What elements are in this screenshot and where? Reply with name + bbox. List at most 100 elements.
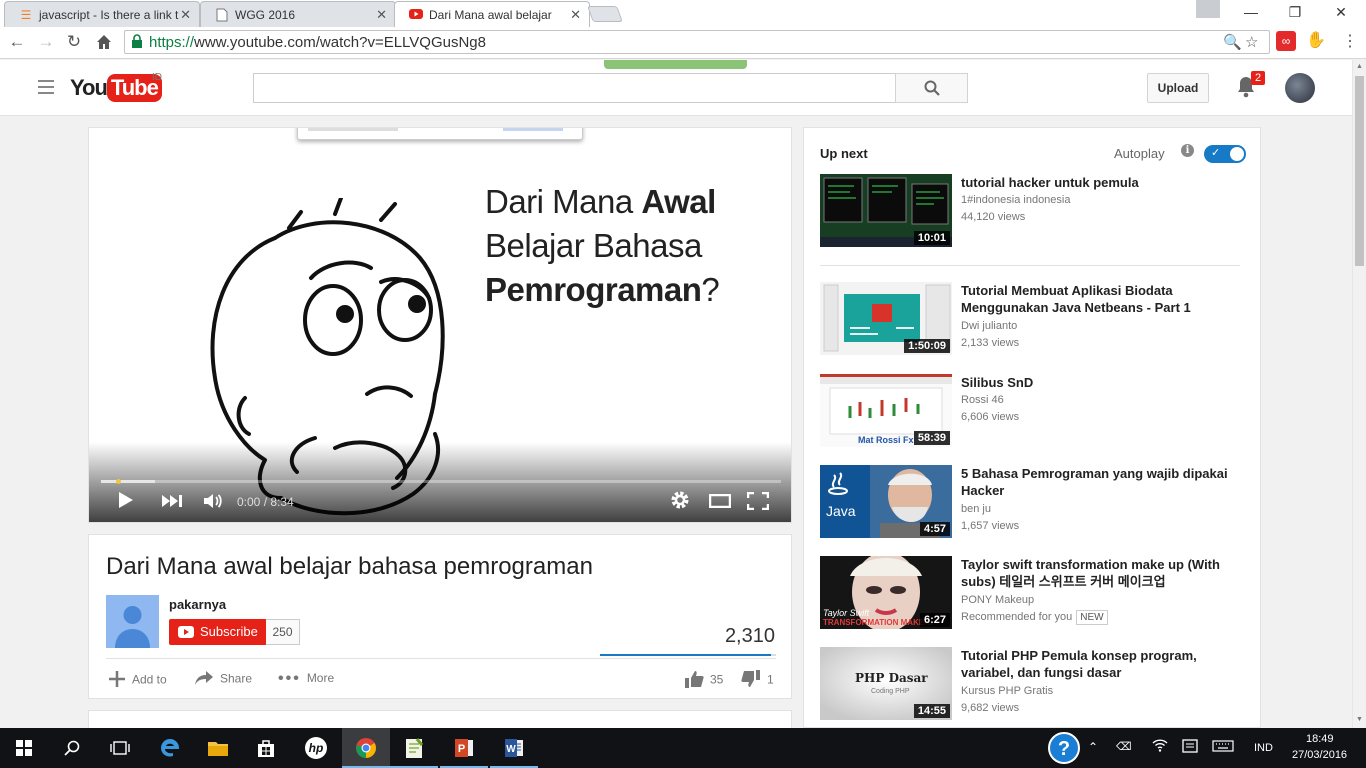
store-icon[interactable]	[242, 728, 290, 768]
profile-icon[interactable]	[1196, 0, 1220, 18]
close-window-icon[interactable]: ✕	[1318, 0, 1364, 26]
edge-icon[interactable]	[146, 728, 194, 768]
video-thumbnail[interactable]: 10:01	[820, 174, 952, 247]
stackoverflow-icon: ☰	[20, 8, 32, 22]
info-icon[interactable]: i	[1181, 144, 1194, 157]
video-thumbnail[interactable]: Mat Rossi Fx 58:39	[820, 374, 952, 447]
tab-youtube-active[interactable]: Dari Mana awal belajar ✕	[394, 1, 590, 27]
scroll-up-icon[interactable]: ▲	[1356, 63, 1363, 70]
file-explorer-icon[interactable]	[194, 728, 242, 768]
channel-avatar[interactable]	[106, 595, 159, 648]
scroll-down-icon[interactable]: ▼	[1356, 716, 1363, 723]
address-bar[interactable]: https://www.youtube.com/watch?v=ELLVQGus…	[124, 30, 1270, 54]
extension-icon[interactable]: ∞	[1276, 31, 1296, 51]
item-title[interactable]: Taylor swift transformation make up (Wit…	[961, 556, 1246, 590]
extension-hand-icon[interactable]: ✋	[1306, 31, 1326, 51]
clock-time[interactable]: 18:49	[1306, 733, 1334, 745]
subscribe-button[interactable]: Subscribe	[169, 619, 267, 645]
task-view-icon[interactable]	[96, 728, 144, 768]
action-center-icon[interactable]	[1182, 739, 1198, 756]
forward-arrow-icon[interactable]: →	[34, 30, 58, 54]
like-button[interactable]: 35	[684, 670, 723, 691]
tray-chevron-icon[interactable]: ⌃	[1088, 740, 1098, 754]
windows-start-icon[interactable]	[0, 728, 48, 768]
list-item[interactable]: Java 4:57 5 Bahasa Pemrograman yang waji…	[820, 465, 1250, 541]
menu-icon[interactable]: ⋮	[1338, 30, 1362, 54]
item-title[interactable]: 5 Bahasa Pemrograman yang wajib dipakai …	[961, 465, 1246, 499]
divider	[106, 658, 776, 659]
region-code: ID	[152, 72, 162, 83]
browser-tab-strip: ☰ javascript - Is there a link t ✕ WGG 2…	[0, 0, 1366, 27]
more-button[interactable]: ••• More	[278, 670, 334, 688]
close-icon[interactable]: ✕	[180, 7, 191, 23]
item-channel[interactable]: PONY Makeup	[961, 592, 1034, 609]
clock-date[interactable]: 27/03/2016	[1292, 749, 1347, 761]
upload-button[interactable]: Upload	[1147, 73, 1209, 103]
volume-icon[interactable]	[203, 492, 223, 515]
list-item[interactable]: 10:01 tutorial hacker untuk pemula 1#ind…	[820, 174, 1250, 250]
search-button[interactable]	[895, 73, 968, 103]
channel-name[interactable]: pakarnya	[169, 597, 226, 612]
close-icon[interactable]: ✕	[570, 7, 581, 23]
thumbnail-caption: TRANSFORMATION MAKE-U	[823, 618, 933, 627]
settings-gear-icon[interactable]	[670, 490, 690, 515]
youtube-logo[interactable]: You Tube ID	[70, 72, 162, 104]
list-item[interactable]: Taylor Swift TRANSFORMATION MAKE-U 6:27 …	[820, 556, 1250, 632]
close-icon[interactable]: ✕	[376, 7, 387, 23]
video-thumbnail[interactable]: 1:50:09	[820, 282, 952, 355]
list-item[interactable]: Mat Rossi Fx 58:39 Silibus SnD Rossi 46 …	[820, 374, 1250, 450]
fullscreen-icon[interactable]	[746, 491, 770, 515]
item-channel[interactable]: 1#indonesia indonesia	[961, 192, 1070, 209]
item-channel[interactable]: Kursus PHP Gratis	[961, 683, 1053, 700]
account-avatar[interactable]	[1285, 73, 1315, 103]
guide-menu-icon[interactable]	[38, 80, 54, 94]
share-button[interactable]: Share	[194, 670, 252, 689]
video-player[interactable]: Dari Mana Awal Belajar Bahasa Pemrograma…	[88, 127, 792, 523]
powerpoint-icon[interactable]: P	[440, 728, 488, 768]
reload-icon[interactable]: ↻	[62, 30, 86, 54]
keyboard-icon[interactable]	[1212, 740, 1234, 755]
theater-mode-icon[interactable]	[708, 493, 732, 513]
play-icon[interactable]	[117, 490, 135, 515]
search-input[interactable]	[253, 73, 896, 103]
hp-icon[interactable]: hp	[292, 728, 340, 768]
wifi-icon[interactable]	[1152, 738, 1168, 755]
video-thumbnail[interactable]: Taylor Swift TRANSFORMATION MAKE-U 6:27	[820, 556, 952, 629]
word-icon[interactable]: W	[490, 728, 538, 768]
bookmark-star-icon[interactable]: ☆	[1245, 33, 1258, 51]
back-arrow-icon[interactable]: ←	[5, 30, 29, 54]
add-to-button[interactable]: Add to	[108, 670, 167, 691]
item-channel[interactable]: Rossi 46	[961, 392, 1004, 409]
video-thumbnail[interactable]: Java 4:57	[820, 465, 952, 538]
language-indicator[interactable]: IND	[1254, 742, 1273, 754]
notepad-plus-icon[interactable]	[390, 728, 438, 768]
next-icon[interactable]	[161, 494, 183, 513]
item-title[interactable]: Silibus SnD	[961, 374, 1246, 391]
item-channel[interactable]: ben ju	[961, 501, 991, 518]
home-icon[interactable]	[92, 30, 116, 54]
video-thumbnail[interactable]: PHP Dasar Coding PHP 14:55	[820, 647, 952, 720]
page-scrollbar[interactable]: ▲ ▼	[1352, 60, 1366, 728]
input-method-icon[interactable]: ⌫	[1116, 740, 1132, 753]
scrollbar-thumb[interactable]	[1355, 76, 1364, 266]
item-title[interactable]: Tutorial PHP Pemula konsep program, vari…	[961, 647, 1246, 681]
chrome-icon[interactable]	[342, 728, 390, 768]
autoplay-toggle[interactable]: ✓	[1204, 145, 1246, 163]
minimize-icon[interactable]: —	[1228, 0, 1274, 26]
tab-wgg[interactable]: WGG 2016 ✕	[200, 1, 396, 27]
search-icon[interactable]	[48, 728, 96, 768]
list-item[interactable]: PHP Dasar Coding PHP 14:55 Tutorial PHP …	[820, 647, 1250, 723]
item-title[interactable]: Tutorial Membuat Aplikasi Biodata Menggu…	[961, 282, 1246, 316]
help-icon[interactable]: ?	[1040, 728, 1088, 768]
restore-icon[interactable]: ❐	[1272, 0, 1318, 26]
item-channel[interactable]: Dwi julianto	[961, 318, 1017, 335]
dislike-button[interactable]: 1	[741, 670, 774, 691]
duration-badge: 10:01	[913, 231, 950, 245]
list-item[interactable]: 1:50:09 Tutorial Membuat Aplikasi Biodat…	[820, 282, 1250, 358]
tab-stackoverflow[interactable]: ☰ javascript - Is there a link t ✕	[4, 1, 200, 27]
item-title[interactable]: tutorial hacker untuk pemula	[961, 174, 1246, 191]
zoom-icon[interactable]: 🔍	[1223, 33, 1242, 51]
new-tab-button[interactable]	[587, 6, 623, 22]
progress-bar[interactable]	[101, 479, 781, 484]
progress-scrubber[interactable]	[116, 479, 121, 484]
